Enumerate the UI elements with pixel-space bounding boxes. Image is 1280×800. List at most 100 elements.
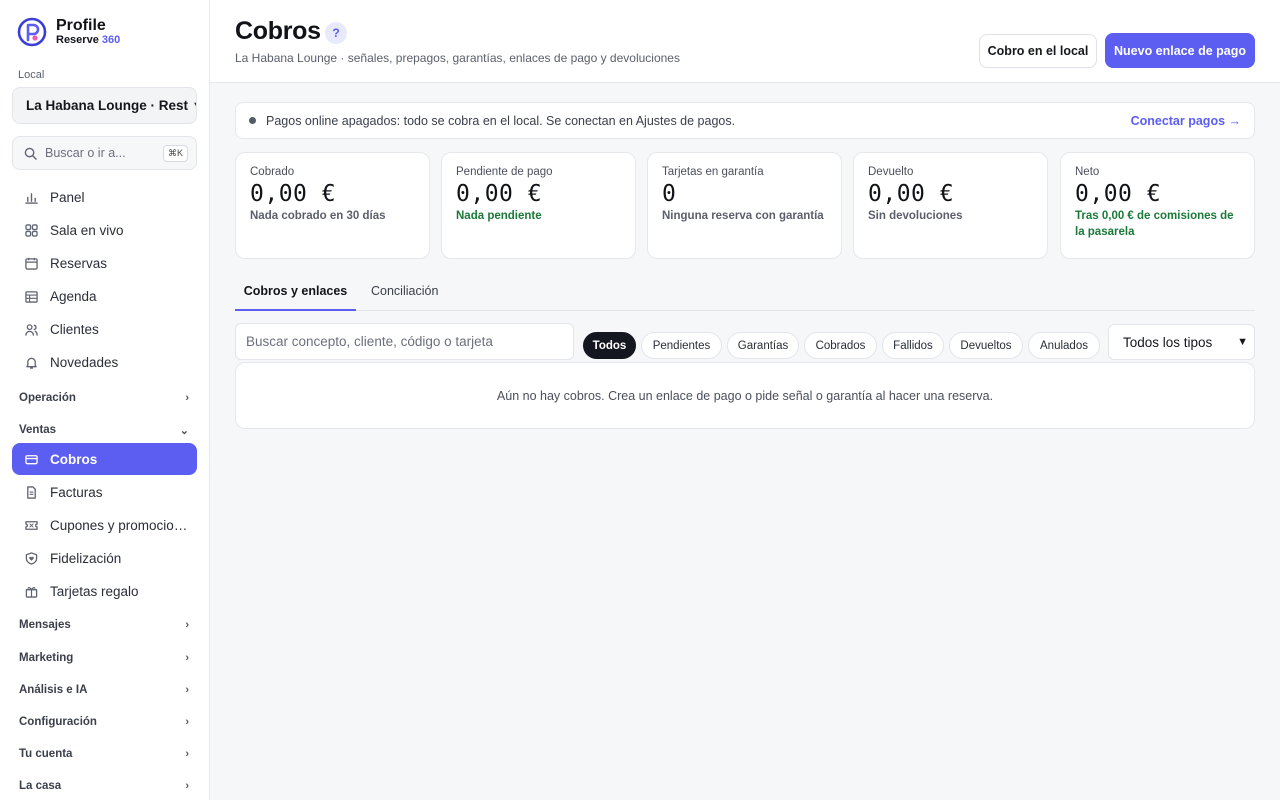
bell-icon [24,355,38,369]
chevron-down-icon: ▼ [1237,336,1248,348]
stat-value: 0,00 € [250,181,337,207]
section-label: Configuración [19,716,97,728]
stat-label: Cobrado [250,166,295,178]
section-marketing[interactable]: Marketing › [12,646,197,670]
chevron-right-icon: › [185,619,189,631]
tab-cobros-y-enlaces[interactable]: Cobros y enlaces [235,272,356,311]
sidebar-item-label: Reservas [50,255,108,271]
section-label: Marketing [19,652,74,664]
filter-chip-garantias[interactable]: Garantías [727,332,799,359]
chevron-right-icon: › [185,748,189,760]
section-ventas[interactable]: Ventas ⌄ [12,418,197,442]
filter-chip-todos[interactable]: Todos [583,332,636,359]
section-analisis[interactable]: Análisis e IA › [12,678,197,702]
sidebar-item-panel[interactable]: Panel [12,181,197,213]
sidebar-item-label: Fidelización [50,550,122,566]
charges-search-placeholder: Buscar concepto, cliente, código o tarje… [246,334,493,349]
brand[interactable]: Profile Reserve 360 [16,16,120,48]
filter-chip-fallidos[interactable]: Fallidos [882,332,944,359]
sidebar-item-agenda[interactable]: Agenda [12,280,197,312]
document-icon [24,485,38,499]
chevron-right-icon: › [185,652,189,664]
calendar-icon [24,256,38,270]
type-filter-select[interactable]: Todos los tipos ▼ [1108,324,1255,360]
chevron-down-icon: ⌄ [179,424,189,437]
sidebar-item-facturas[interactable]: Facturas [12,476,197,508]
stat-value: 0 [662,181,677,207]
stat-value: 0,00 € [868,181,955,207]
section-mensajes[interactable]: Mensajes › [12,613,197,637]
chevron-right-icon: › [185,780,189,792]
sidebar-item-reservas[interactable]: Reservas [12,247,197,279]
sidebar-search[interactable]: Buscar o ir a... ⌘K [12,136,197,170]
bar-chart-icon [24,190,38,204]
help-icon[interactable]: ? [325,22,347,44]
sidebar-item-label: Sala en vivo [50,222,124,238]
sidebar-item-tarjetas-regalo[interactable]: Tarjetas regalo [12,575,197,607]
filter-chip-anulados[interactable]: Anulados [1028,332,1100,359]
charges-search-input[interactable]: Buscar concepto, cliente, código o tarje… [235,323,574,360]
brand-name: Profile [56,17,106,34]
tab-conciliacion[interactable]: Conciliación [371,272,438,310]
stat-note: Nada pendiente [456,210,542,222]
stat-value: 0,00 € [456,181,543,207]
brand-sub-text: Reserve [56,34,99,46]
stat-card-cobrado: Cobrado 0,00 € Nada cobrado en 30 días [235,152,430,259]
sidebar-search-placeholder: Buscar o ir a... [45,146,126,160]
filter-chip-devueltos[interactable]: Devueltos [949,332,1023,359]
sidebar-item-label: Agenda [50,288,97,304]
section-label: Análisis e IA [19,684,88,696]
sidebar-item-novedades[interactable]: Novedades [12,346,197,378]
credit-card-icon [24,452,38,466]
sidebar-item-label: Cobros [50,451,98,467]
sidebar-item-label: Clientes [50,321,99,337]
sidebar-item-sala-en-vivo[interactable]: Sala en vivo [12,214,197,246]
page-header: Cobros ? La Habana Lounge · señales, pre… [210,0,1280,83]
sidebar-item-fidelizacion[interactable]: Fidelización [12,542,197,574]
stat-note: Nada cobrado en 30 días [250,210,386,222]
stat-card-neto: Neto 0,00 € Tras 0,00 € de comisiones de… [1060,152,1255,259]
sidebar: Profile Reserve 360 Local La Habana Loun… [0,0,210,800]
filter-chip-pendientes[interactable]: Pendientes [641,332,722,359]
stat-note: Ninguna reserva con garantía [662,210,824,222]
brand-subtitle: Reserve 360 [56,34,120,47]
sidebar-item-label: Novedades [50,354,119,370]
local-select[interactable]: La Habana Lounge · Rest ▼ [12,87,197,124]
chevron-right-icon: › [185,392,189,404]
heart-shield-icon [24,551,38,565]
stat-note: Tras 0,00 € de comisiones de la pasarela [1075,210,1234,238]
stat-label: Pendiente de pago [456,166,553,178]
banner-text: Pagos online apagados: todo se cobra en … [266,113,736,128]
section-configuracion[interactable]: Configuración › [12,710,197,734]
sidebar-item-clientes[interactable]: Clientes [12,313,197,345]
section-tu-cuenta[interactable]: Tu cuenta › [12,742,197,766]
filter-chip-cobrados[interactable]: Cobrados [804,332,877,359]
sidebar-item-label: Panel [50,189,85,205]
chevron-right-icon: › [185,684,189,696]
section-label: La casa [19,780,62,792]
sidebar-item-cobros[interactable]: Cobros [12,443,197,475]
stat-value: 0,00 € [1075,181,1162,207]
main-content: Cobros ? La Habana Lounge · señales, pre… [210,0,1280,800]
empty-state-text: Aún no hay cobros. Crea un enlace de pag… [496,388,994,403]
sidebar-item-cupones[interactable]: Cupones y promociones [12,509,197,541]
sidebar-item-label: Cupones y promociones [50,517,190,533]
local-label: Local [18,69,45,81]
section-la-casa[interactable]: La casa › [12,774,197,798]
chevron-right-icon: › [185,716,189,728]
empty-state: Aún no hay cobros. Crea un enlace de pag… [235,362,1255,429]
table-icon [24,289,38,303]
search-icon [24,147,37,160]
cobro-en-local-button[interactable]: Cobro en el local [979,34,1097,68]
section-operacion[interactable]: Operación › [12,386,197,410]
section-label: Mensajes [19,619,71,631]
section-label: Ventas [19,424,57,436]
section-label: Operación [19,392,76,404]
new-payment-link-button[interactable]: Nuevo enlace de pago [1105,33,1255,68]
stat-label: Neto [1075,166,1100,178]
profile-logo-icon [17,17,47,47]
page-subtitle: La Habana Lounge · señales, prepagos, ga… [235,51,680,65]
brand-sub-number: 360 [101,34,121,46]
connect-payments-link[interactable]: Conectar pagos → [1131,114,1241,128]
section-label: Tu cuenta [19,748,73,760]
